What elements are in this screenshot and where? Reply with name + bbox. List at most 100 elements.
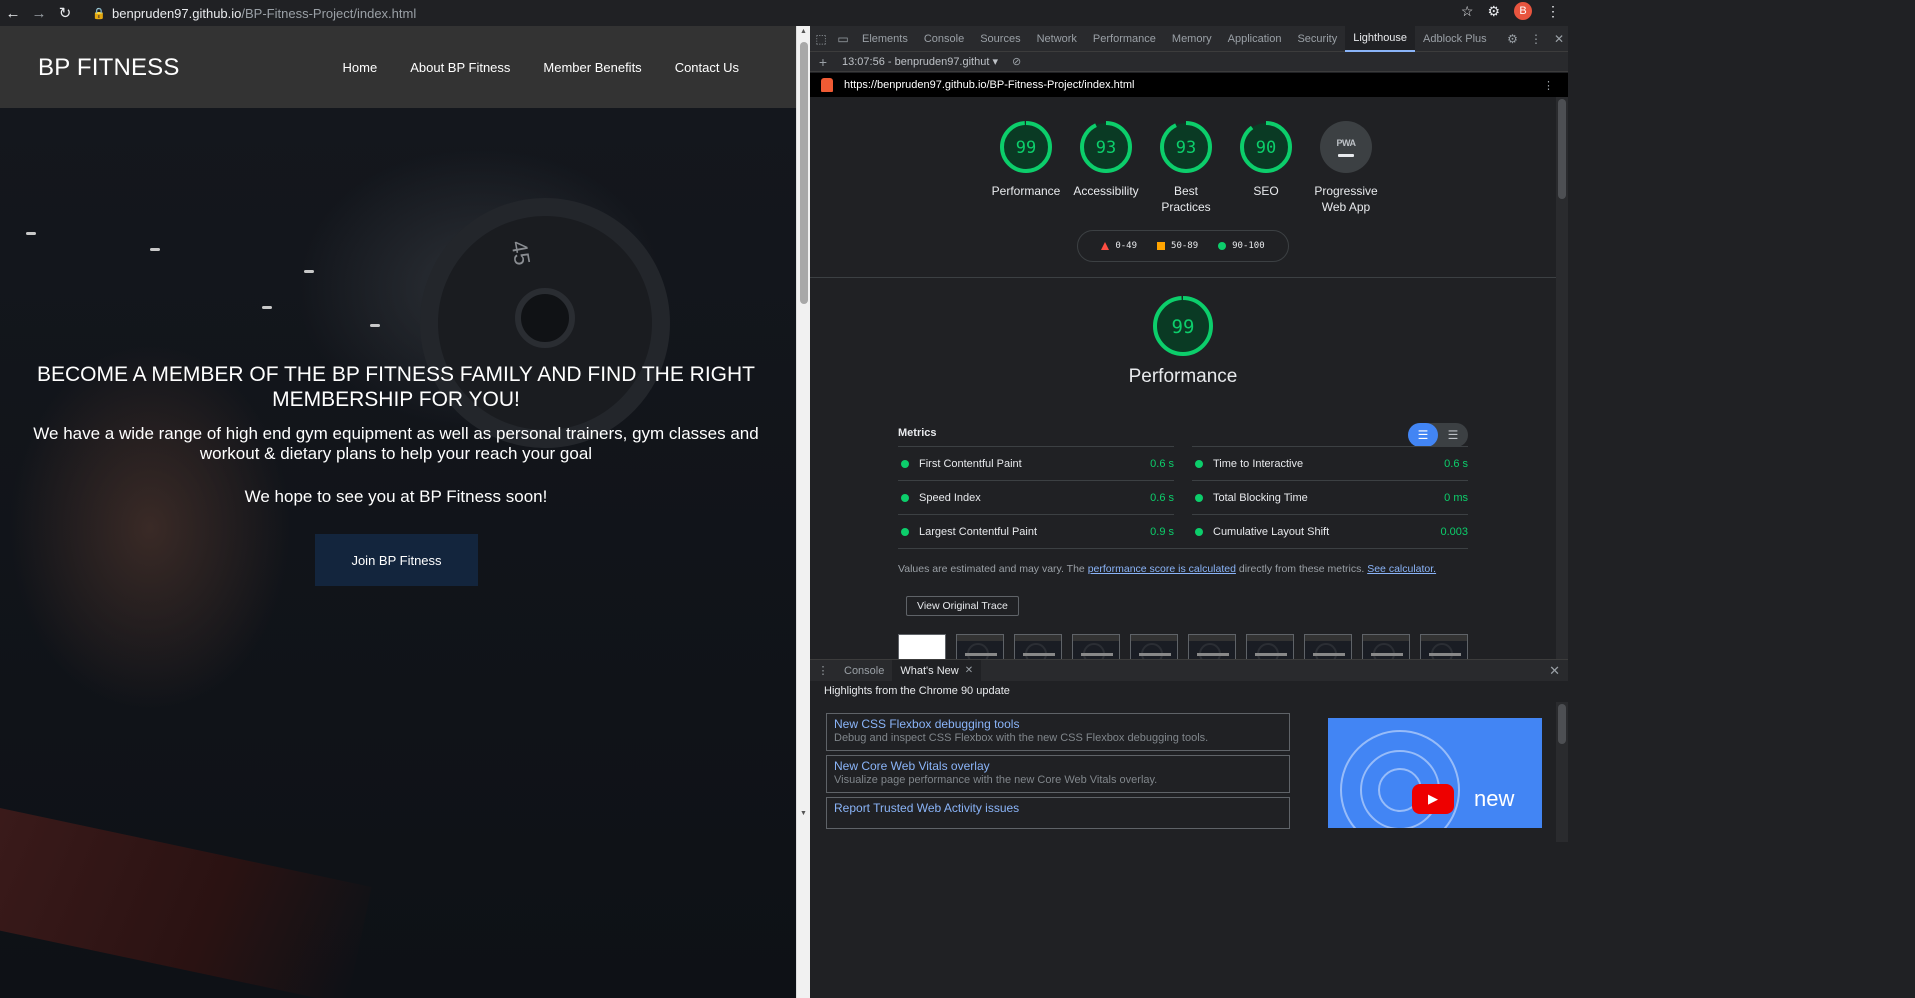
join-button[interactable]: Join BP Fitness [315, 534, 478, 586]
lighthouse-toolbar: + 13:07:56 - benpruden97.githut ▾ ⊘ [810, 52, 1568, 72]
site-brand[interactable]: BP FITNESS [38, 54, 180, 82]
expanded-view-icon[interactable]: ☰ [1438, 423, 1468, 447]
card-description: Debug and inspect CSS Flexbox with the n… [834, 732, 1209, 744]
card-title[interactable]: Report Trusted Web Activity issues [834, 801, 1282, 815]
forward-button[interactable]: → [26, 1, 52, 25]
browser-toolbar: ← → ↻ 🔒 benpruden97.github.io/BP-Fitness… [0, 0, 1568, 26]
gauge-ring: 90 [1240, 121, 1292, 173]
bookmark-star-icon[interactable]: ☆ [1461, 3, 1474, 20]
nav-member-benefits[interactable]: Member Benefits [543, 60, 641, 75]
gauge-best-practices[interactable]: 93 Best Practices [1146, 119, 1226, 215]
whats-new-video[interactable]: ▶ new [1328, 718, 1542, 828]
filmstrip-frame [1304, 634, 1352, 659]
metric-fcp: First Contentful Paint 0.6 s [898, 446, 1174, 480]
filmstrip-frame [1188, 634, 1236, 659]
tab-security[interactable]: Security [1289, 26, 1345, 52]
light-dot [262, 306, 272, 309]
tab-application[interactable]: Application [1220, 26, 1290, 52]
card-title[interactable]: New CSS Flexbox debugging tools [834, 717, 1282, 731]
gauge-performance[interactable]: 99 Performance [986, 119, 1066, 215]
nav-about[interactable]: About BP Fitness [410, 60, 510, 75]
scroll-up-arrow-icon[interactable]: ▲ [800, 28, 807, 35]
filmstrip [898, 634, 1468, 659]
gauge-accessibility[interactable]: 93 Accessibility [1066, 119, 1146, 215]
close-tab-icon[interactable]: ✕ [965, 665, 973, 676]
clear-reports-icon[interactable]: ⊘ [1012, 55, 1021, 68]
report-scroll-thumb[interactable] [1558, 99, 1566, 199]
tab-sources[interactable]: Sources [972, 26, 1028, 52]
settings-gear-icon[interactable]: ⚙ [1507, 32, 1518, 46]
metric-tti: Time to Interactive 0.6 s [1192, 446, 1468, 480]
gauge-pwa[interactable]: PWA Progressive Web App [1306, 119, 1386, 215]
drawer-tab-console[interactable]: Console [836, 660, 892, 682]
performance-big-gauge: 99 [1153, 296, 1213, 356]
tab-console[interactable]: Console [916, 26, 972, 52]
metrics-view-toggle[interactable]: ☰ ☰ [1408, 423, 1468, 447]
report-menu-icon[interactable]: ⋮ [1543, 79, 1554, 92]
close-devtools-icon[interactable]: ✕ [1554, 32, 1564, 46]
gauge-label: SEO [1253, 184, 1279, 198]
whats-new-card[interactable]: New Core Web Vitals overlay Visualize pa… [826, 755, 1290, 793]
average-square-icon [1157, 242, 1166, 250]
metric-value: 0.6 s [1150, 491, 1174, 504]
note-text: directly from these metrics. [1235, 563, 1368, 575]
chrome-menu-icon[interactable]: ⋮ [1546, 3, 1560, 20]
tab-memory[interactable]: Memory [1164, 26, 1220, 52]
new-report-plus-icon[interactable]: + [810, 54, 836, 70]
estimate-note: Values are estimated and may vary. The p… [898, 563, 1436, 575]
report-selector[interactable]: 13:07:56 - benpruden97.githut ▾ [842, 55, 998, 68]
gauge-seo[interactable]: 90 SEO [1226, 119, 1306, 215]
report-url[interactable]: https://benpruden97.github.io/BP-Fitness… [844, 79, 1134, 91]
filmstrip-frame [1362, 634, 1410, 659]
tab-adblock-plus[interactable]: Adblock Plus [1415, 26, 1495, 52]
metric-label: First Contentful Paint [919, 457, 1022, 470]
view-original-trace-button[interactable]: View Original Trace [906, 596, 1019, 616]
compact-view-icon[interactable]: ☰ [1408, 423, 1438, 447]
tab-elements[interactable]: Elements [854, 26, 916, 52]
drawer-tab-whats-new[interactable]: What's New ✕ [892, 659, 982, 682]
report-scrollbar[interactable] [1556, 97, 1568, 659]
drawer-scrollbar[interactable] [1556, 702, 1568, 842]
video-new-text: new [1474, 786, 1515, 811]
reload-button[interactable]: ↻ [52, 1, 78, 25]
play-icon[interactable]: ▶ [1412, 784, 1454, 814]
whats-new-card[interactable]: Report Trusted Web Activity issues [826, 797, 1290, 829]
gauge-ring: 99 [1000, 121, 1052, 173]
pass-circle-icon [1195, 459, 1203, 468]
back-button[interactable]: ← [0, 1, 26, 25]
profile-avatar[interactable]: B [1514, 2, 1532, 20]
extensions-icon[interactable]: ⚙ [1487, 3, 1500, 20]
pass-circle-icon [1195, 527, 1203, 536]
close-drawer-icon[interactable]: ✕ [1549, 663, 1560, 679]
see-calculator-link[interactable]: See calculator. [1367, 563, 1436, 575]
whats-new-card[interactable]: New CSS Flexbox debugging tools Debug an… [826, 713, 1290, 751]
legend-average: 50-89 [1171, 241, 1199, 251]
site-scrollbar[interactable]: ▲ ▼ [796, 26, 810, 998]
drawer-scroll-thumb[interactable] [1558, 704, 1566, 744]
metric-lcp: Largest Contentful Paint 0.9 s [898, 514, 1174, 548]
drawer-tab-bar: ⋮ Console What's New ✕ ✕ [810, 659, 1568, 682]
pass-circle-icon [901, 493, 909, 502]
site-scroll-thumb[interactable] [800, 42, 808, 304]
website-viewport: BP FITNESS Home About BP Fitness Member … [0, 26, 796, 998]
nav-contact[interactable]: Contact Us [675, 60, 739, 75]
tab-lighthouse[interactable]: Lighthouse [1345, 25, 1416, 52]
inspect-element-icon[interactable]: ⬚ [810, 32, 832, 46]
device-toolbar-icon[interactable]: ▭ [832, 32, 854, 46]
light-dot [370, 324, 380, 327]
nav-home[interactable]: Home [343, 60, 378, 75]
lighthouse-report: 99 Performance 93 Accessibility 93 Best [810, 97, 1556, 659]
gauge-label: Accessibility [1073, 184, 1139, 198]
hero-subtitle: We have a wide range of high end gym equ… [33, 424, 759, 463]
tab-performance[interactable]: Performance [1085, 26, 1164, 52]
drawer-menu-icon[interactable]: ⋮ [810, 664, 836, 677]
gauge-ring: 93 [1160, 121, 1212, 173]
address-bar[interactable]: 🔒 benpruden97.github.io/BP-Fitness-Proje… [86, 2, 1486, 24]
light-dot [304, 270, 314, 273]
section-divider [810, 277, 1556, 278]
scroll-down-arrow-icon[interactable]: ▼ [800, 810, 807, 817]
tab-network[interactable]: Network [1029, 26, 1085, 52]
more-options-icon[interactable]: ⋮ [1530, 32, 1542, 46]
score-calculated-link[interactable]: performance score is calculated [1088, 563, 1236, 575]
card-title[interactable]: New Core Web Vitals overlay [834, 759, 1282, 773]
